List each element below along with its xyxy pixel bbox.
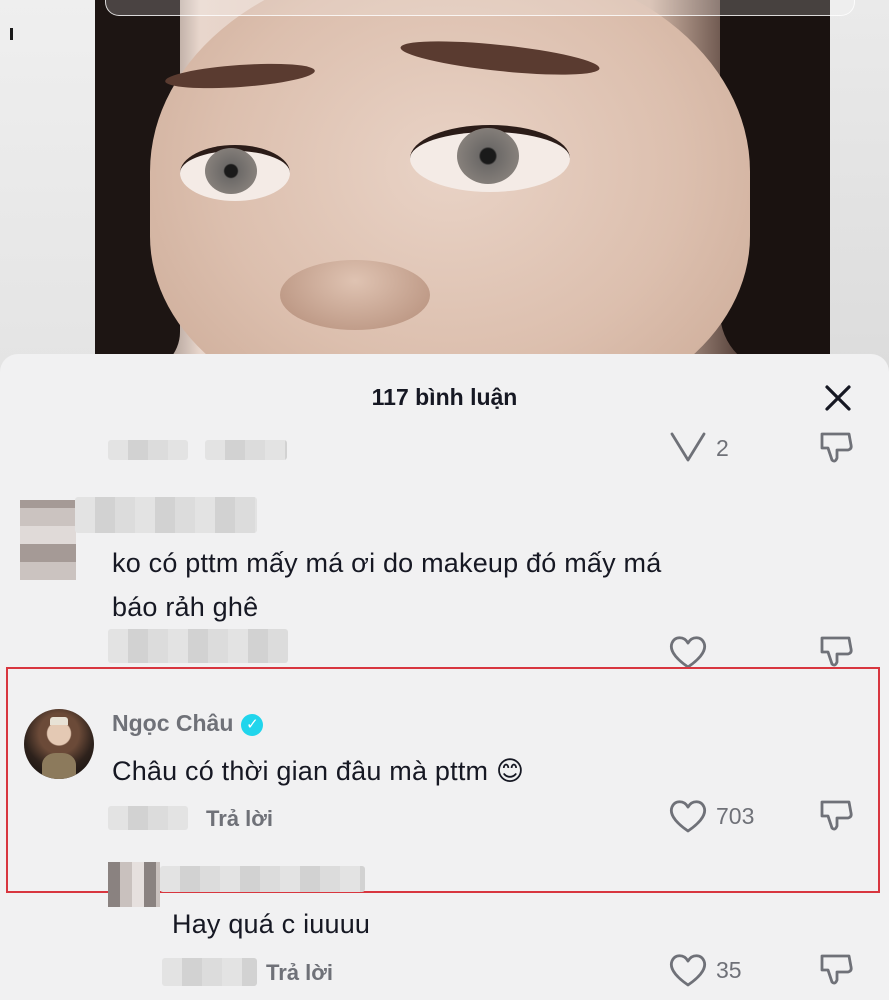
comment-text: báo rảh ghê [112,592,259,622]
like-button[interactable]: 2 [668,430,729,466]
dislike-icon [820,800,853,831]
like-button[interactable] [668,634,716,670]
reply-button[interactable]: Trả lời [266,960,333,986]
heart-icon [670,954,706,987]
like-count: 2 [716,434,729,461]
heart-icon [670,636,706,669]
reply-button[interactable]: Trả lời [206,806,273,832]
comment-text: Hay quá c iuuuu [172,909,371,939]
like-count: 35 [716,956,742,983]
heart-icon [670,432,706,462]
video-iris-left [205,148,257,194]
close-icon [825,385,851,411]
crown-graphic [50,717,68,725]
heart-icon [670,800,706,833]
username-text: Ngọc Châu [112,710,234,736]
dislike-icon [820,954,853,985]
blurred-username [75,497,257,533]
comment-text: Châu có thời gian đâu mà pttm 😊 [112,756,525,786]
avatar[interactable] [20,500,76,580]
dislike-button[interactable] [818,798,856,841]
dislike-button[interactable] [818,430,856,473]
avatar[interactable] [24,709,94,779]
dress-graphic [42,753,76,779]
like-button[interactable]: 703 [668,798,754,834]
comment-text: ko có pttm mấy má ơi do makeup đó mấy má [112,548,662,578]
blurred-username [160,866,365,892]
video-nose [280,260,430,330]
verified-badge-icon: ✓ [241,714,264,736]
blurred-timestamp [108,806,188,830]
status-mark [10,28,13,40]
comment-username[interactable]: Ngọc Châu ✓ [112,710,264,737]
like-count: 703 [716,802,755,829]
comments-count-title: 117 bình luận [371,384,518,410]
blurred-meta [205,440,287,460]
like-button[interactable]: 35 [668,952,742,988]
top-search-bar[interactable] [105,0,855,16]
blurred-meta [108,629,288,663]
dislike-icon [820,432,853,463]
avatar[interactable] [108,862,160,907]
video-player[interactable] [0,0,889,372]
blurred-meta [108,440,188,460]
close-button[interactable] [820,380,856,416]
blurred-timestamp [162,958,257,986]
dislike-button[interactable] [818,952,856,995]
comments-sheet: 117 bình luận 2 ko có pttm mấy má ơi do … [0,354,889,1000]
video-iris-right [457,128,519,184]
